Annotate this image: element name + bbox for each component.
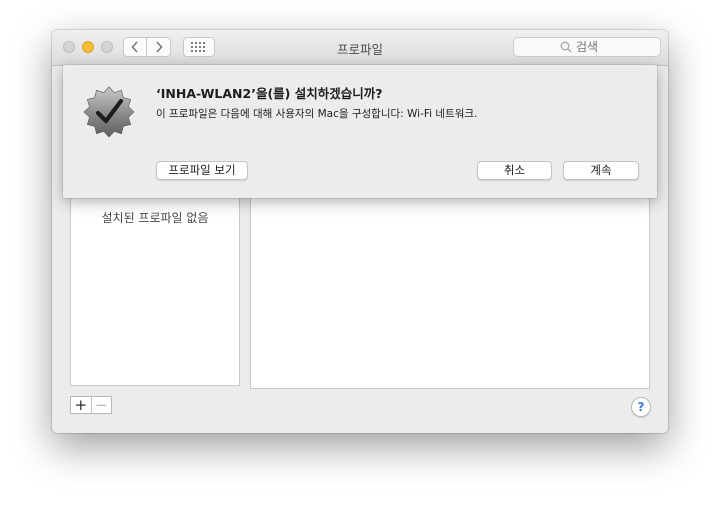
cancel-button[interactable]: 취소 [477, 161, 552, 180]
no-profiles-label: 설치된 프로파일 없음 [101, 211, 209, 225]
back-button[interactable] [123, 37, 147, 57]
chevron-right-icon [155, 41, 162, 53]
title-bar: 프로파일 [52, 30, 668, 66]
remove-profile-button[interactable]: − [92, 397, 112, 413]
add-remove-control: + − [70, 396, 112, 414]
show-all-button[interactable] [183, 37, 215, 57]
grid-icon [191, 42, 205, 52]
dialog-message: 이 프로파일은 다음에 대해 사용자의 Mac을 구성합니다: Wi-Fi 네트… [156, 108, 478, 120]
continue-button[interactable]: 계속 [563, 161, 639, 180]
window-title: 프로파일 [336, 42, 383, 57]
search-icon [560, 41, 572, 53]
add-profile-button[interactable]: + [71, 397, 92, 413]
close-window-button[interactable] [63, 41, 75, 53]
search-input[interactable] [513, 37, 661, 57]
zoom-window-button[interactable] [101, 41, 113, 53]
checkmark-badge-icon [83, 86, 135, 138]
help-button[interactable]: ? [631, 397, 651, 417]
dialog-title: ‘INHA-WLAN2’을(를) 설치하겠습니까? [156, 86, 383, 101]
forward-button[interactable] [147, 37, 171, 57]
minimize-window-button[interactable] [82, 41, 94, 53]
view-profile-button[interactable]: 프로파일 보기 [156, 161, 248, 180]
install-profile-dialog: ‘INHA-WLAN2’을(를) 설치하겠습니까? 이 프로파일은 다음에 대해… [63, 65, 657, 198]
chevron-left-icon [131, 41, 138, 53]
profile-list[interactable]: 설치된 프로파일 없음 [70, 195, 240, 386]
profile-detail-pane [250, 195, 650, 389]
